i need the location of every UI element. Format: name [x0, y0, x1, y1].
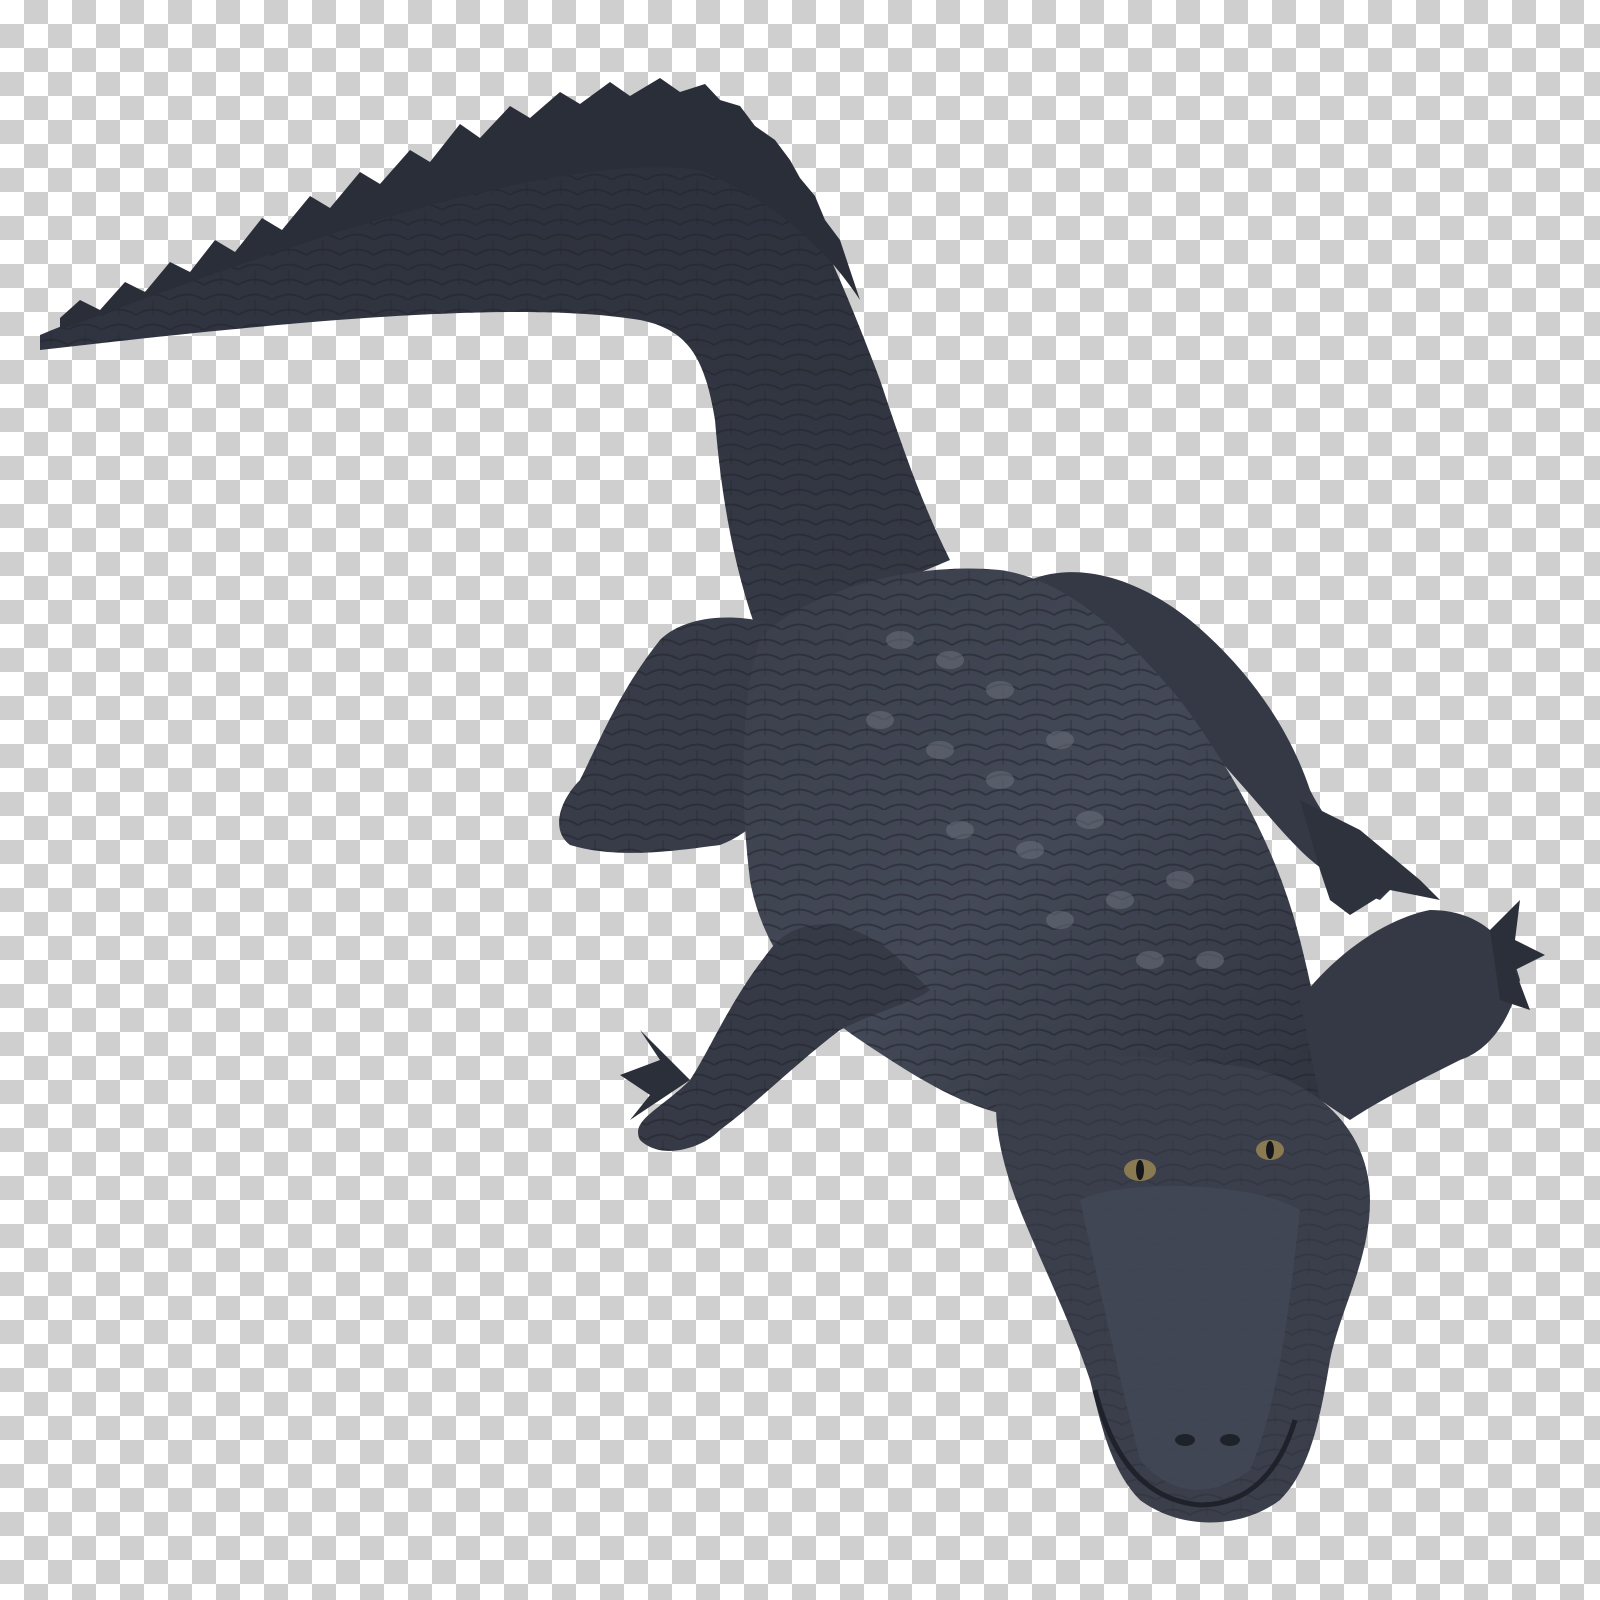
front-right-leg	[1300, 900, 1545, 1120]
transparency-background	[0, 0, 1600, 1600]
alligator-icon	[40, 78, 1545, 1523]
head	[996, 1056, 1370, 1523]
nostril-left	[1175, 1434, 1195, 1446]
tail	[40, 78, 950, 640]
eye-left	[1124, 1159, 1156, 1181]
eye-right	[1256, 1140, 1284, 1160]
nostril-right	[1220, 1434, 1240, 1446]
